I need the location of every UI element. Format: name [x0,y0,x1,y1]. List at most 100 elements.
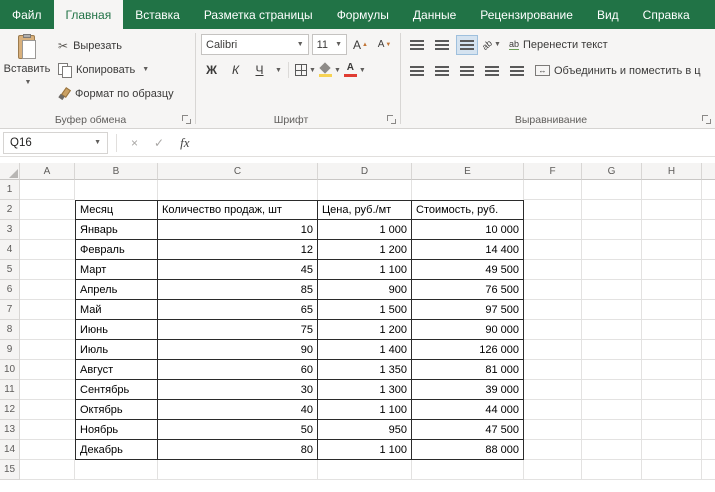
insert-function-icon[interactable]: fx [180,135,189,151]
cell-E7[interactable]: 97 500 [412,300,524,320]
tab-formulas[interactable]: Формулы [325,0,401,29]
cell-D9[interactable]: 1 400 [318,340,412,360]
tab-insert[interactable]: Вставка [123,0,192,29]
merge-center-button[interactable]: ↔Объединить и поместить в ц [531,60,705,81]
cell-D5[interactable]: 1 100 [318,260,412,280]
cell-D2[interactable]: Цена, руб./мт [318,200,412,220]
font-name-combo[interactable]: Calibri▼ [201,34,309,55]
cell-H9[interactable] [642,340,702,360]
cell-C4[interactable]: 12 [158,240,318,260]
cell-C5[interactable]: 45 [158,260,318,280]
cell-C8[interactable]: 75 [158,320,318,340]
cell-G3[interactable] [582,220,642,240]
cell-H13[interactable] [642,420,702,440]
column-header-E[interactable]: E [412,163,524,180]
italic-button[interactable]: К [225,60,246,80]
format-painter-button[interactable]: Формат по образцу [55,83,177,104]
cell-E15[interactable] [412,460,524,480]
cell-H12[interactable] [642,400,702,420]
align-top-button[interactable] [406,35,428,55]
cell-B4[interactable]: Февраль [75,240,158,260]
shrink-font-button[interactable]: А▼ [374,35,395,55]
cell-D12[interactable]: 1 100 [318,400,412,420]
orientation-button[interactable]: ab▼ [481,35,502,55]
cell-D11[interactable]: 1 300 [318,380,412,400]
cell-A3[interactable] [20,220,75,240]
cell-D3[interactable]: 1 000 [318,220,412,240]
cell-F9[interactable] [524,340,582,360]
cell-H10[interactable] [642,360,702,380]
cell-A12[interactable] [20,400,75,420]
cell-F10[interactable] [524,360,582,380]
cell-A8[interactable] [20,320,75,340]
row-header-10[interactable]: 10 [0,360,20,380]
cell-A11[interactable] [20,380,75,400]
cell-B5[interactable]: Март [75,260,158,280]
cell-F1[interactable] [524,180,582,200]
cell-C14[interactable]: 80 [158,440,318,460]
column-header-D[interactable]: D [318,163,412,180]
cell-D4[interactable]: 1 200 [318,240,412,260]
cell-A13[interactable] [20,420,75,440]
cell-E14[interactable]: 88 000 [412,440,524,460]
cell-H3[interactable] [642,220,702,240]
cell-C3[interactable]: 10 [158,220,318,240]
tab-review[interactable]: Рецензирование [468,0,585,29]
cell-A10[interactable] [20,360,75,380]
cell-C13[interactable]: 50 [158,420,318,440]
cell-B8[interactable]: Июнь [75,320,158,340]
column-header-C[interactable]: C [158,163,318,180]
row-header-5[interactable]: 5 [0,260,20,280]
cell-H6[interactable] [642,280,702,300]
column-header-H[interactable]: H [642,163,702,180]
tab-data[interactable]: Данные [401,0,468,29]
cell-A4[interactable] [20,240,75,260]
formula-input[interactable] [195,132,714,154]
cell-E8[interactable]: 90 000 [412,320,524,340]
row-header-11[interactable]: 11 [0,380,20,400]
column-header-B[interactable]: B [75,163,158,180]
row-header-4[interactable]: 4 [0,240,20,260]
cell-E10[interactable]: 81 000 [412,360,524,380]
cell-C12[interactable]: 40 [158,400,318,420]
cell-D1[interactable] [318,180,412,200]
cell-F2[interactable] [524,200,582,220]
cell-H4[interactable] [642,240,702,260]
row-header-6[interactable]: 6 [0,280,20,300]
enter-icon[interactable]: ✓ [154,136,164,150]
cell-E13[interactable]: 47 500 [412,420,524,440]
cell-D15[interactable] [318,460,412,480]
row-header-3[interactable]: 3 [0,220,20,240]
cell-E9[interactable]: 126 000 [412,340,524,360]
cell-B10[interactable]: Август [75,360,158,380]
borders-button[interactable]: ▼ [295,60,316,80]
cell-H15[interactable] [642,460,702,480]
cell-B6[interactable]: Апрель [75,280,158,300]
cell-E12[interactable]: 44 000 [412,400,524,420]
cell-B12[interactable]: Октябрь [75,400,158,420]
cell-H7[interactable] [642,300,702,320]
cell-A2[interactable] [20,200,75,220]
cell-A9[interactable] [20,340,75,360]
cell-C1[interactable] [158,180,318,200]
tab-file[interactable]: Файл [0,0,54,29]
increase-indent-button[interactable] [506,61,528,81]
clipboard-dialog-launcher-icon[interactable] [182,115,192,125]
chevron-down-icon[interactable]: ▼ [275,67,282,74]
cell-D13[interactable]: 950 [318,420,412,440]
bold-button[interactable]: Ж [201,60,222,80]
cell-B14[interactable]: Декабрь [75,440,158,460]
font-color-button[interactable]: А▼ [344,60,366,80]
cell-A7[interactable] [20,300,75,320]
row-header-15[interactable]: 15 [0,460,20,480]
copy-button[interactable]: Копировать▼ [55,59,177,80]
cell-G2[interactable] [582,200,642,220]
cell-H2[interactable] [642,200,702,220]
name-box[interactable]: Q16▼ [3,132,108,154]
cell-F7[interactable] [524,300,582,320]
tab-home[interactable]: Главная [54,0,124,29]
column-header-A[interactable]: A [20,163,75,180]
cell-G9[interactable] [582,340,642,360]
cell-A5[interactable] [20,260,75,280]
fill-color-button[interactable]: ▼ [319,60,341,80]
